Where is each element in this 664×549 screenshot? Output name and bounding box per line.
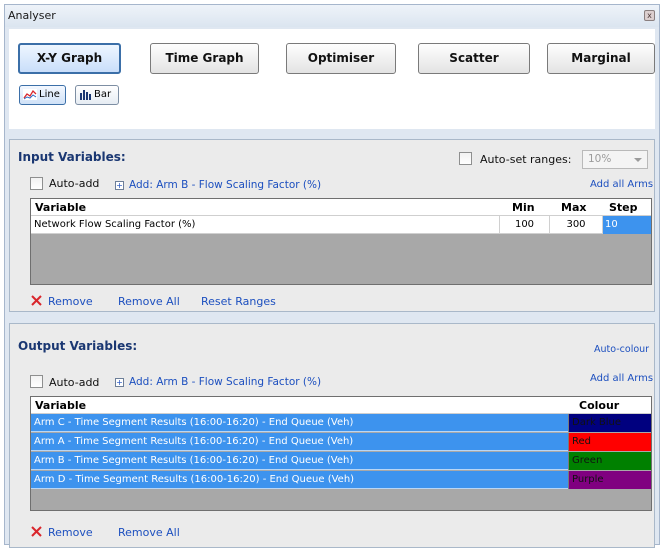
bar-chart-icon bbox=[80, 89, 91, 100]
bar-label: Bar bbox=[94, 89, 112, 100]
range-percent-select[interactable]: 10% bbox=[582, 150, 648, 169]
output-variable-name: Arm A - Time Segment Results (16:00-16:2… bbox=[34, 436, 354, 447]
input-add-variable-link[interactable]: + Add: Arm B - Flow Scaling Factor (%) bbox=[115, 179, 321, 191]
input-min-value[interactable]: 100 bbox=[499, 216, 549, 234]
colour-swatch-red[interactable]: Red bbox=[568, 433, 651, 451]
output-variables-title: Output Variables: bbox=[18, 339, 138, 353]
col-colour: Colour bbox=[579, 399, 620, 412]
remove-x-icon bbox=[31, 526, 42, 537]
graph-type-panel: X-Y Graph Time Graph Optimiser Scatter M… bbox=[9, 29, 655, 129]
title-bar: Analyser x bbox=[5, 5, 659, 27]
window-title: Analyser bbox=[8, 9, 56, 22]
output-add-all-arms-link[interactable]: Add all Arms bbox=[590, 373, 653, 384]
bar-button[interactable]: Bar bbox=[75, 85, 119, 105]
output-add-label: Add: Arm B - Flow Scaling Factor (%) bbox=[129, 376, 322, 388]
tab-optimiser[interactable]: Optimiser bbox=[286, 43, 396, 74]
colour-swatch-dark-blue[interactable]: Dark Blue bbox=[568, 414, 651, 432]
output-variable-name: Arm C - Time Segment Results (16:00-16:2… bbox=[34, 417, 354, 428]
table-row[interactable]: Network Flow Scaling Factor (%) 100 300 … bbox=[31, 216, 651, 234]
colour-swatch-green[interactable]: Green bbox=[568, 452, 651, 470]
table-row[interactable]: Arm C - Time Segment Results (16:00-16:2… bbox=[31, 414, 651, 432]
output-remove-button[interactable]: Remove bbox=[48, 526, 93, 539]
input-auto-add-label: Auto-add bbox=[49, 177, 100, 190]
col-variable: Variable bbox=[35, 399, 87, 412]
table-row[interactable]: Arm D - Time Segment Results (16:00-16:2… bbox=[31, 471, 651, 489]
tab-scatter[interactable]: Scatter bbox=[418, 43, 530, 74]
tab-xy-graph[interactable]: X-Y Graph bbox=[18, 43, 121, 74]
line-chart-icon bbox=[23, 88, 37, 100]
col-step: Step bbox=[609, 201, 638, 214]
output-table-header: Variable Colour bbox=[31, 397, 651, 414]
output-auto-add-checkbox[interactable] bbox=[30, 375, 43, 388]
colour-swatch-purple[interactable]: Purple bbox=[568, 471, 651, 489]
remove-x-icon bbox=[31, 295, 42, 306]
tab-marginal[interactable]: Marginal bbox=[547, 43, 655, 74]
reset-ranges-button[interactable]: Reset Ranges bbox=[201, 295, 276, 308]
chevron-down-icon bbox=[634, 158, 642, 162]
input-remove-all-button[interactable]: Remove All bbox=[118, 295, 180, 308]
table-row[interactable]: Arm B - Time Segment Results (16:00-16:2… bbox=[31, 452, 651, 470]
input-step-value[interactable]: 10 bbox=[602, 216, 651, 234]
analyser-window: Analyser x X-Y Graph Time Graph Optimise… bbox=[4, 4, 660, 548]
input-add-label: Add: Arm B - Flow Scaling Factor (%) bbox=[129, 179, 322, 191]
line-label: Line bbox=[39, 89, 60, 100]
auto-set-ranges-checkbox[interactable] bbox=[459, 152, 472, 165]
input-variable-name: Network Flow Scaling Factor (%) bbox=[34, 219, 196, 230]
output-variables-section: Output Variables: Auto-colour Auto-add +… bbox=[9, 323, 655, 548]
output-variable-name: Arm D - Time Segment Results (16:00-16:2… bbox=[34, 474, 355, 485]
input-table-header: Variable Min Max Step bbox=[31, 199, 651, 216]
input-remove-button[interactable]: Remove bbox=[48, 295, 93, 308]
col-max: Max bbox=[561, 201, 587, 214]
output-auto-add-label: Auto-add bbox=[49, 376, 100, 389]
input-auto-add-checkbox[interactable] bbox=[30, 177, 43, 190]
output-variables-table: Variable Colour Arm C - Time Segment Res… bbox=[30, 396, 652, 511]
tab-time-graph[interactable]: Time Graph bbox=[150, 43, 259, 74]
col-variable: Variable bbox=[35, 201, 87, 214]
line-button[interactable]: Line bbox=[19, 85, 66, 105]
output-add-variable-link[interactable]: + Add: Arm B - Flow Scaling Factor (%) bbox=[115, 376, 321, 388]
output-variable-name: Arm B - Time Segment Results (16:00-16:2… bbox=[34, 455, 354, 466]
range-percent-value: 10% bbox=[588, 153, 612, 165]
input-variables-title: Input Variables: bbox=[18, 150, 126, 164]
auto-colour-link[interactable]: Auto-colour bbox=[594, 344, 649, 355]
table-row[interactable]: Arm A - Time Segment Results (16:00-16:2… bbox=[31, 433, 651, 451]
plus-icon: + bbox=[115, 378, 124, 387]
auto-set-ranges-label: Auto-set ranges: bbox=[480, 153, 572, 166]
col-min: Min bbox=[512, 201, 535, 214]
close-icon[interactable]: x bbox=[644, 10, 655, 21]
input-variables-section: Input Variables: Auto-set ranges: 10% Au… bbox=[9, 139, 655, 312]
input-max-value[interactable]: 300 bbox=[549, 216, 602, 234]
input-variables-table: Variable Min Max Step Network Flow Scali… bbox=[30, 198, 652, 285]
input-add-all-arms-link[interactable]: Add all Arms bbox=[590, 179, 653, 190]
output-remove-all-button[interactable]: Remove All bbox=[118, 526, 180, 539]
plus-icon: + bbox=[115, 181, 124, 190]
